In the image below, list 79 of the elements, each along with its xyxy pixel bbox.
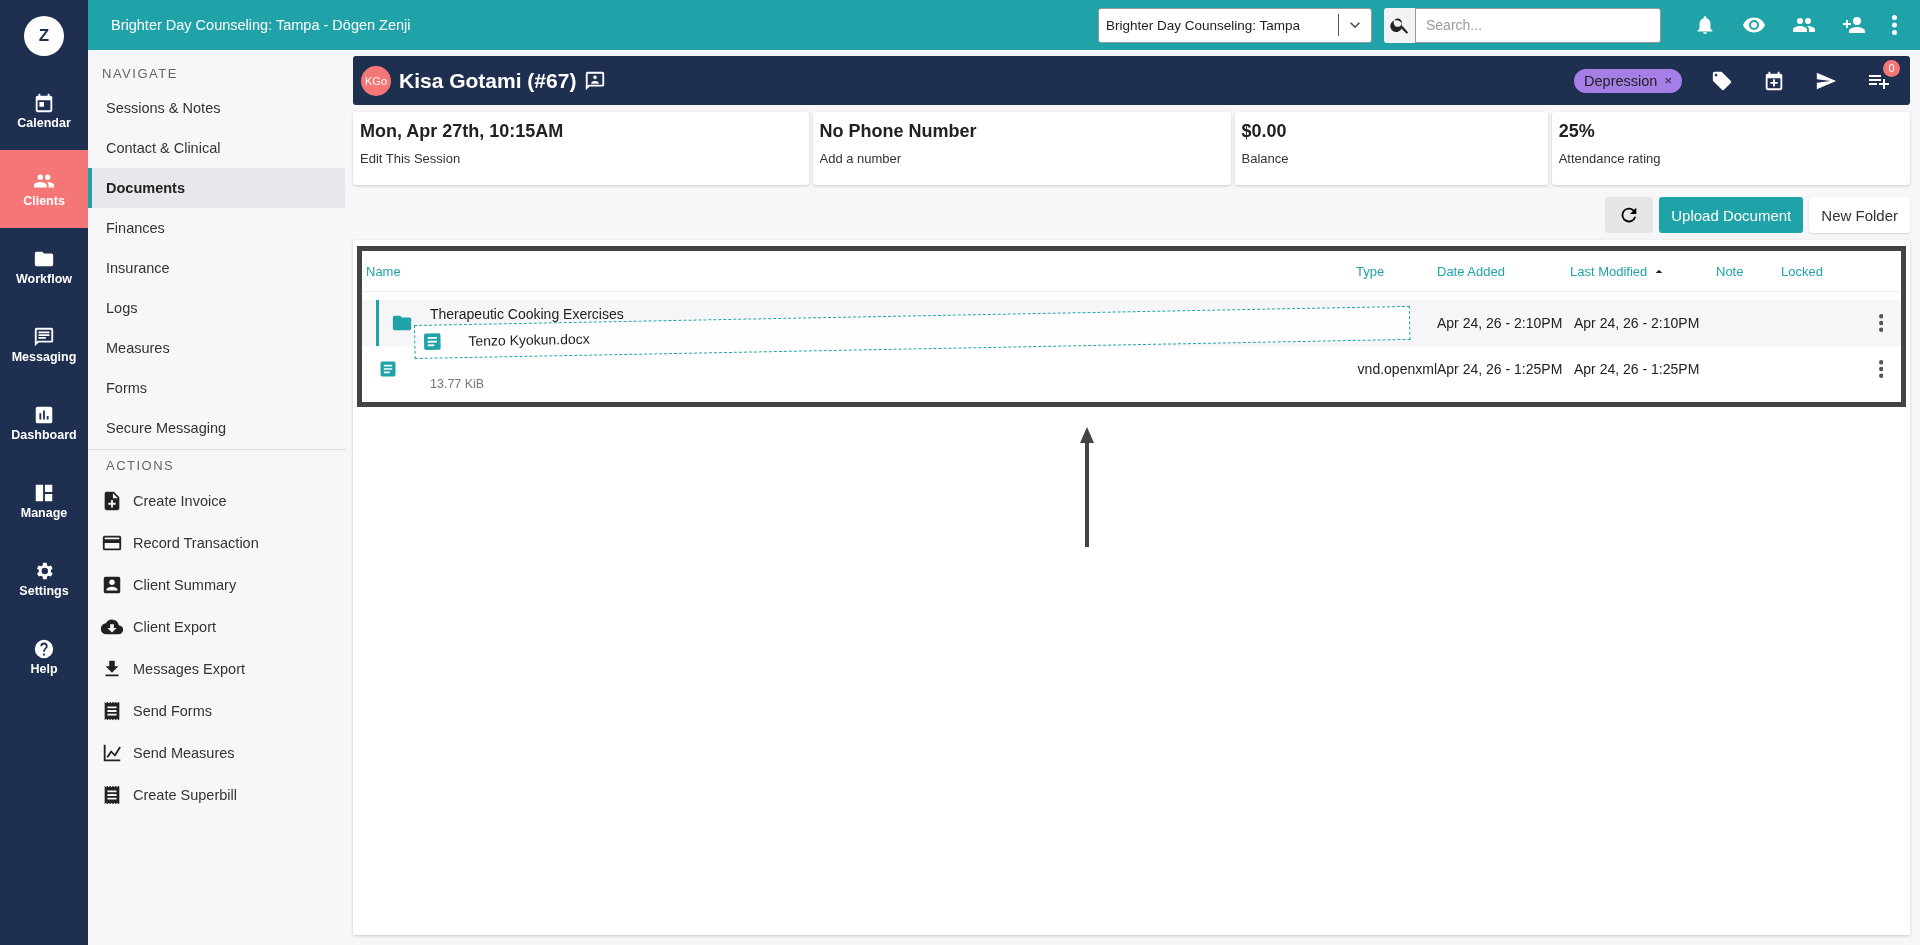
- chat-icon: [584, 69, 607, 92]
- count-badge: 0: [1883, 59, 1900, 77]
- document-icon: [378, 359, 398, 379]
- rail-nav-item[interactable]: Help: [0, 618, 88, 696]
- app-logo[interactable]: Z: [24, 16, 64, 56]
- rail-nav-item[interactable]: Calendar: [0, 72, 88, 150]
- refresh-button[interactable]: [1605, 197, 1654, 233]
- nav-item[interactable]: Secure Messaging: [88, 408, 345, 448]
- message-icon: [33, 326, 55, 348]
- table-cell: Apr 24, 26 - 1:25PM: [1437, 361, 1563, 377]
- tag-icon: [1711, 69, 1733, 92]
- section-heading: NAVIGATE: [101, 64, 179, 83]
- help-icon: [33, 638, 55, 660]
- nav-item[interactable]: Finances: [88, 208, 345, 248]
- card-caption[interactable]: Add a number: [819, 151, 1224, 166]
- nav-item[interactable]: Insurance: [88, 248, 345, 288]
- new-folder-button[interactable]: New Folder: [1809, 197, 1910, 233]
- nav-item[interactable]: Measures: [88, 328, 345, 368]
- action-link[interactable]: Client Export: [88, 606, 350, 648]
- line-chart-icon: [101, 742, 123, 764]
- table-cell: Apr 24, 26 - 1:25PM: [1574, 361, 1700, 377]
- row-menu-button[interactable]: [1878, 360, 1884, 378]
- more-icon: [1892, 15, 1897, 35]
- remove-button[interactable]: ×: [1664, 73, 1672, 88]
- file-name: Tenzo Kyokun.docx: [468, 330, 590, 349]
- document-icon: [421, 330, 444, 353]
- nav-item[interactable]: Contact & Clinical: [88, 128, 345, 168]
- card-value: $0.00: [1241, 121, 1288, 142]
- section-heading: ACTIONS: [105, 456, 176, 475]
- info-card[interactable]: Mon, Apr 27th, 10:15AM Edit This Session: [353, 112, 809, 185]
- client-avatar: KGo: [361, 65, 391, 96]
- grid-icon: [33, 482, 55, 504]
- card-caption[interactable]: Attendance rating: [1558, 151, 1903, 166]
- diagnosis-tag[interactable]: Depression ×: [1574, 68, 1682, 93]
- page-title: Brighter Day Counseling: Tampa - Dōgen Zenji: [111, 17, 412, 33]
- table-cell: Apr 24, 26 - 2:10PM: [1574, 315, 1700, 331]
- card-value: Mon, Apr 27th, 10:15AM: [360, 121, 565, 142]
- calendar-add-icon: [1763, 69, 1785, 92]
- card-caption[interactable]: Edit This Session: [360, 151, 802, 166]
- practice-select[interactable]: Brighter Day Counseling: Tampa: [1098, 7, 1372, 43]
- nav-item[interactable]: Sessions & Notes: [88, 88, 345, 128]
- row-menu-button[interactable]: [1878, 314, 1884, 332]
- more-button[interactable]: [1892, 15, 1897, 35]
- person-card-icon: [101, 574, 123, 596]
- rail-nav-item[interactable]: Messaging: [0, 306, 88, 384]
- info-card[interactable]: $0.00 Balance: [1234, 112, 1548, 185]
- action-link[interactable]: Send Forms: [88, 690, 350, 732]
- action-link[interactable]: Send Measures: [88, 732, 350, 774]
- action-link[interactable]: Create Superbill: [88, 774, 350, 816]
- file-name[interactable]: Therapeutic Cooking Exercises: [430, 306, 624, 322]
- schedule-button[interactable]: [1763, 69, 1785, 92]
- info-card[interactable]: No Phone Number Add a number: [812, 112, 1231, 185]
- search-button[interactable]: [1384, 7, 1415, 43]
- action-link[interactable]: Create Invoice: [88, 480, 350, 522]
- card-value: No Phone Number: [819, 121, 978, 142]
- action-link[interactable]: Client Summary: [88, 564, 350, 606]
- bar-chart-icon: [33, 404, 55, 426]
- calendar-icon: [33, 92, 55, 114]
- info-card[interactable]: 25% Attendance rating: [1551, 112, 1910, 185]
- nav-item[interactable]: Logs: [88, 288, 345, 328]
- table-cell: vnd.openxml: [1357, 361, 1437, 377]
- rail-nav-item[interactable]: Settings: [0, 540, 88, 618]
- card-caption[interactable]: Balance: [1241, 151, 1541, 166]
- action-link[interactable]: Messages Export: [88, 648, 350, 690]
- nav-item[interactable]: Documents: [88, 168, 345, 208]
- card-value: 25%: [1558, 121, 1596, 142]
- action-link[interactable]: Record Transaction: [88, 522, 350, 564]
- rail-nav-item[interactable]: Dashboard: [0, 384, 88, 462]
- file-size: 13.77 KiB: [430, 377, 485, 391]
- nav-item[interactable]: Forms: [88, 368, 345, 408]
- rail-nav-item[interactable]: Manage: [0, 462, 88, 540]
- search-field[interactable]: Search...: [1415, 7, 1661, 43]
- table-cell: Apr 24, 26 - 2:10PM: [1437, 315, 1563, 331]
- more-icon: [1878, 360, 1884, 378]
- rail-nav-item[interactable]: Workflow: [0, 228, 88, 306]
- contact-button[interactable]: [584, 69, 607, 92]
- tags-button[interactable]: [1711, 69, 1733, 92]
- client-name: Kisa Gotami (#67): [399, 68, 577, 93]
- more-icon: [1878, 314, 1884, 332]
